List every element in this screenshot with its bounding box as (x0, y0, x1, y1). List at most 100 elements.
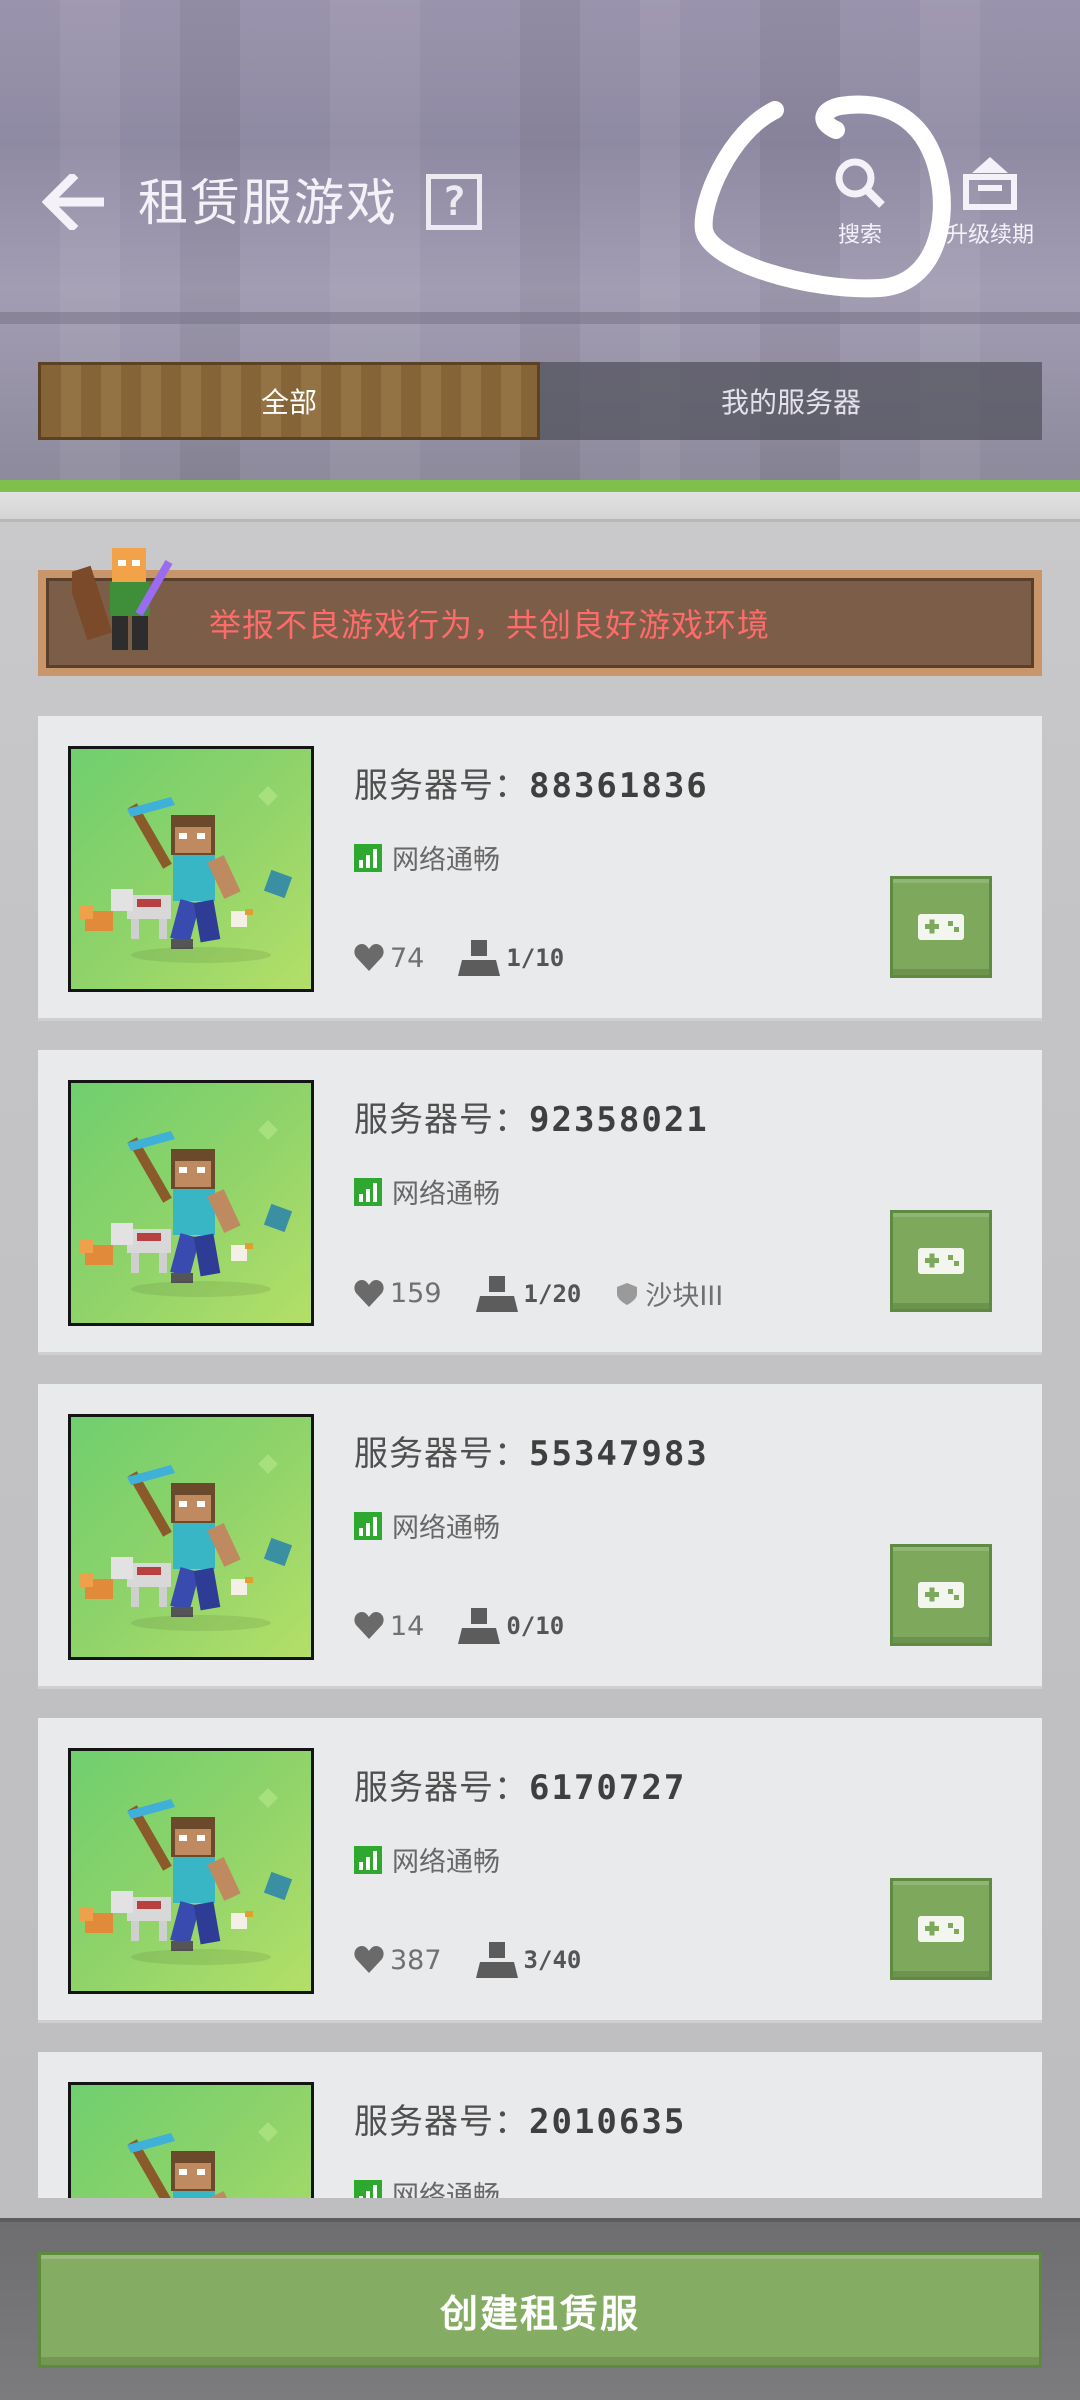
minecraft-steve-image (127, 2122, 278, 2198)
server-thumbnail (68, 2082, 314, 2198)
server-id-label: 服务器号：92358021 (354, 1092, 709, 1141)
player-icon (475, 1942, 518, 1978)
heart-icon (354, 1612, 384, 1639)
signal-icon (354, 843, 382, 872)
join-server-button[interactable] (890, 1210, 992, 1312)
likes-stat: 159 (354, 1278, 442, 1309)
server-card[interactable]: 服务器号：6170727 网络通畅 387 3/40 (38, 1718, 1042, 2020)
server-card[interactable]: 服务器号：2010635 网络通畅 (38, 2052, 1042, 2198)
minecraft-steve-image (79, 1788, 293, 1965)
likes-stat: 74 (354, 943, 424, 974)
network-status-text: 网络通畅 (392, 1513, 500, 1544)
server-id: 2010635 (529, 2102, 687, 2142)
minecraft-steve-image (79, 786, 293, 963)
likes-count: 387 (390, 1944, 442, 1976)
gamepad-icon (918, 1582, 964, 1608)
likes-count: 74 (390, 942, 425, 974)
server-id-label: 服务器号：88361836 (354, 758, 709, 807)
help-button[interactable]: ? (426, 174, 482, 230)
server-stats: 387 3/40 (354, 1942, 615, 1978)
server-id-prefix: 服务器号： (354, 1100, 529, 1140)
minecraft-steve-image (79, 1454, 293, 1631)
server-thumbnail (68, 746, 314, 992)
tab-bar: 全部 我的服务器 (38, 362, 1042, 440)
players-stat: 0/10 (458, 1608, 564, 1644)
gamepad-icon (918, 1916, 964, 1942)
heart-icon (354, 1946, 384, 1973)
signal-icon (354, 2179, 382, 2198)
gamepad-icon (918, 1248, 964, 1274)
header-shadow-band (0, 492, 1080, 522)
shield-icon (617, 1282, 638, 1305)
players-stat: 1/20 (475, 1275, 582, 1312)
join-server-button[interactable] (890, 1544, 992, 1646)
arrow-left-icon (42, 174, 104, 230)
server-id-label: 服务器号：2010635 (354, 2094, 686, 2143)
server-thumbnail (68, 1414, 314, 1660)
header-accent-line (0, 480, 1080, 492)
tab-all[interactable]: 全部 (38, 362, 540, 440)
likes-count: 159 (390, 1278, 442, 1309)
upgrade-icon (963, 157, 1017, 210)
join-server-button[interactable] (890, 876, 992, 978)
server-id-prefix: 服务器号： (354, 1434, 529, 1474)
network-status: 网络通畅 (354, 1506, 500, 1545)
server-id-label: 服务器号：55347983 (354, 1426, 709, 1475)
server-id: 92358021 (529, 1100, 709, 1140)
likes-count: 14 (390, 1610, 425, 1642)
network-status-text: 网络通畅 (392, 1179, 500, 1210)
tab-my-servers[interactable]: 我的服务器 (540, 362, 1042, 440)
upgrade-renew-button[interactable]: 升级续期 (930, 155, 1050, 255)
players-count: 1/20 (523, 1279, 582, 1308)
players-stat: 1/10 (458, 940, 564, 976)
minecraft-steve-image (79, 1120, 293, 1297)
server-tag: 沙块III (615, 1274, 723, 1313)
signal-icon (354, 1177, 382, 1206)
players-count: 0/10 (506, 1612, 565, 1640)
server-id: 88361836 (529, 766, 709, 806)
search-button[interactable]: 搜索 (815, 155, 905, 255)
players-count: 3/40 (523, 1946, 582, 1974)
server-id-prefix: 服务器号： (354, 766, 529, 806)
network-status: 网络通畅 (354, 838, 500, 877)
server-tag-text: 沙块III (645, 1281, 724, 1312)
renew-label: 升级续期 (945, 223, 1034, 248)
likes-stat: 387 (354, 1945, 442, 1976)
network-status-text: 网络通畅 (392, 1847, 500, 1878)
network-status: 网络通畅 (354, 1172, 500, 1211)
server-stats: 74 1/10 (354, 940, 598, 976)
server-card[interactable]: 服务器号：88361836 网络通畅 74 1/10 (38, 716, 1042, 1018)
server-id: 55347983 (529, 1434, 709, 1474)
character-mascot-icon (72, 548, 173, 650)
heart-icon (354, 1279, 384, 1307)
heart-icon (354, 944, 384, 971)
server-id-label: 服务器号：6170727 (354, 1760, 686, 1809)
back-button[interactable] (40, 170, 110, 234)
server-list[interactable]: 服务器号：88361836 网络通畅 74 1/10 服务器号：92358021… (38, 716, 1042, 2198)
server-id-prefix: 服务器号： (354, 1768, 529, 1808)
report-banner-text: 举报不良游戏行为，共创良好游戏环境 (209, 606, 771, 644)
network-status-text: 网络通畅 (392, 845, 500, 876)
player-icon (458, 1608, 501, 1644)
player-icon (458, 940, 501, 976)
page-title: 租赁服游戏 (138, 174, 398, 232)
server-thumbnail (68, 1748, 314, 1994)
players-stat: 3/40 (475, 1942, 582, 1978)
server-stats: 14 0/10 (354, 1608, 598, 1644)
search-icon (835, 158, 885, 208)
join-server-button[interactable] (890, 1878, 992, 1980)
server-card[interactable]: 服务器号：92358021 网络通畅 159 1/20 沙块III (38, 1050, 1042, 1352)
report-banner[interactable]: 举报不良游戏行为，共创良好游戏环境 (38, 570, 1042, 676)
server-stats: 159 1/20 沙块III (354, 1274, 757, 1313)
create-server-button[interactable]: 创建租赁服 (38, 2252, 1042, 2368)
search-label: 搜索 (837, 223, 882, 248)
gamepad-icon (918, 914, 964, 940)
server-id: 6170727 (529, 1768, 687, 1808)
server-card[interactable]: 服务器号：55347983 网络通畅 14 0/10 (38, 1384, 1042, 1686)
signal-icon (354, 1511, 382, 1540)
likes-stat: 14 (354, 1611, 424, 1642)
footer: 创建租赁服 (0, 2218, 1080, 2400)
players-count: 1/10 (506, 944, 565, 972)
network-status-text: 网络通畅 (392, 2181, 500, 2198)
player-icon (475, 1275, 518, 1312)
